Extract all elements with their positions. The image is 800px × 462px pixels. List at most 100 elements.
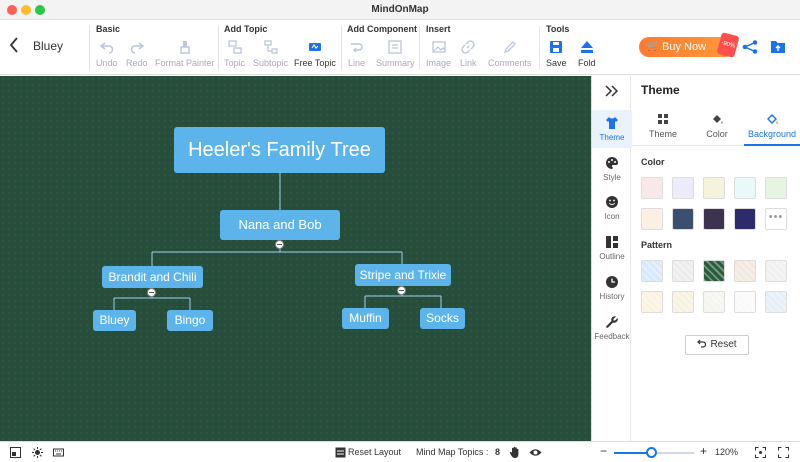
wrench-icon — [606, 316, 618, 328]
root-topic[interactable]: Heeler's Family Tree — [174, 127, 385, 173]
free-topic-label: Free Topic — [294, 58, 336, 68]
reset-label: Reset — [710, 339, 737, 350]
divider — [218, 26, 219, 70]
zoom-slider-thumb[interactable] — [646, 447, 658, 458]
paint-bucket-icon — [713, 115, 723, 124]
side-tab-feedback[interactable]: Feedback — [592, 315, 632, 341]
topic-bluey[interactable]: Bluey — [93, 310, 136, 331]
side-tab-theme[interactable]: Theme — [592, 110, 632, 148]
side-tab-outline[interactable]: Outline — [592, 235, 632, 261]
color-section-label: Color — [641, 157, 665, 167]
title-bar: MindOnMap — [0, 0, 800, 20]
group-label-add-topic: Add Topic — [224, 24, 268, 34]
clock-icon — [606, 276, 618, 288]
topic-label: Topic — [224, 58, 246, 68]
image-button[interactable]: Image — [426, 40, 451, 68]
color-swatch[interactable] — [734, 208, 756, 230]
reset-layout-button[interactable]: Reset Layout — [348, 447, 401, 457]
zoom-in-button[interactable]: + — [700, 444, 707, 458]
redo-button[interactable]: Redo — [126, 40, 148, 68]
fullscreen-icon[interactable] — [778, 447, 789, 458]
undo-button[interactable]: Undo — [96, 40, 118, 68]
link-button[interactable]: Link — [460, 40, 477, 68]
side-tab-icon[interactable]: Icon — [592, 195, 632, 221]
panel-tab-label: Theme — [648, 129, 677, 139]
color-swatch[interactable] — [703, 208, 725, 230]
fold-button[interactable]: Fold — [578, 40, 596, 68]
minimap-icon[interactable] — [10, 447, 21, 458]
pattern-section-label: Pattern — [641, 240, 673, 250]
discount-badge: -90% — [716, 32, 740, 58]
collapse-toggle[interactable] — [275, 240, 284, 249]
chevron-left-icon — [9, 37, 18, 53]
pattern-swatch[interactable] — [672, 260, 694, 282]
file-name[interactable]: Bluey — [33, 39, 63, 53]
pattern-swatch[interactable] — [672, 291, 694, 313]
mindmap-canvas[interactable]: Heeler's Family Tree Nana and Bob Brandi… — [0, 76, 591, 441]
pattern-swatch[interactable] — [703, 291, 725, 313]
eye-icon[interactable] — [529, 447, 542, 458]
panel-tab-color[interactable]: Color — [702, 113, 732, 139]
group-label-insert: Insert — [426, 24, 451, 34]
save-label: Save — [546, 58, 567, 68]
back-button[interactable] — [8, 36, 22, 56]
summary-icon — [388, 40, 402, 54]
color-swatch[interactable] — [734, 177, 756, 199]
reset-button[interactable]: Reset — [685, 335, 749, 355]
comments-label: Comments — [488, 58, 532, 68]
fit-screen-icon[interactable] — [755, 447, 766, 458]
topic-socks[interactable]: Socks — [420, 308, 465, 329]
panel-title: Theme — [641, 83, 680, 97]
summary-button[interactable]: Summary — [376, 40, 415, 68]
free-topic-button[interactable]: Free Topic — [294, 40, 336, 68]
side-tab-history[interactable]: History — [592, 275, 632, 301]
color-swatch[interactable] — [672, 208, 694, 230]
pattern-swatch[interactable] — [734, 260, 756, 282]
cart-icon: 🛒 — [647, 41, 660, 52]
collapse-toggle[interactable] — [397, 286, 406, 295]
pattern-swatch[interactable] — [641, 260, 663, 282]
color-swatch[interactable] — [703, 177, 725, 199]
pattern-swatch[interactable] — [734, 291, 756, 313]
fill-icon — [767, 114, 778, 124]
topic-count: 8 — [495, 447, 501, 457]
hand-icon[interactable] — [509, 446, 521, 459]
undo-icon — [697, 339, 707, 348]
zoom-out-button[interactable]: − — [600, 444, 607, 458]
color-swatch[interactable] — [641, 177, 663, 199]
topic-bingo[interactable]: Bingo — [167, 310, 213, 331]
subtopic-button[interactable]: Subtopic — [253, 40, 288, 68]
panel-tab-background[interactable]: Background — [746, 113, 798, 139]
save-button[interactable]: Save — [546, 40, 567, 68]
color-swatch[interactable] — [672, 177, 694, 199]
export-icon[interactable] — [770, 39, 786, 54]
topic-stripe-and-trixie[interactable]: Stripe and Trixie — [355, 264, 451, 286]
link-label: Link — [460, 58, 477, 68]
pattern-swatch[interactable] — [641, 291, 663, 313]
color-swatch[interactable] — [765, 177, 787, 199]
topic-muffin[interactable]: Muffin — [342, 308, 389, 329]
share-icon[interactable] — [742, 40, 758, 54]
line-icon — [350, 43, 363, 53]
collapse-panel-icon[interactable] — [604, 84, 620, 98]
side-tab-style[interactable]: Style — [592, 156, 632, 182]
summary-label: Summary — [376, 58, 415, 68]
side-tab-label: Outline — [599, 252, 625, 261]
topic-brandit-and-chili[interactable]: Brandit and Chili — [102, 266, 203, 288]
pattern-swatch[interactable] — [765, 291, 787, 313]
buy-now-button[interactable]: 🛒 Buy Now -90% — [639, 32, 740, 58]
collapse-toggle[interactable] — [147, 288, 156, 297]
sun-icon[interactable] — [32, 447, 43, 458]
fold-label: Fold — [578, 58, 596, 68]
color-swatch[interactable]: ••• — [765, 208, 787, 230]
format-painter-button[interactable]: Format Painter — [155, 40, 215, 68]
color-swatch[interactable] — [641, 208, 663, 230]
comments-button[interactable]: Comments — [488, 40, 532, 68]
pattern-swatch[interactable] — [703, 260, 725, 282]
panel-tab-theme[interactable]: Theme — [646, 113, 680, 139]
line-button[interactable]: Line — [348, 40, 365, 68]
topic-nana-and-bob[interactable]: Nana and Bob — [220, 210, 340, 240]
pattern-swatch[interactable] — [765, 260, 787, 282]
topic-button[interactable]: Topic — [224, 40, 245, 68]
keyboard-icon[interactable] — [53, 447, 64, 458]
